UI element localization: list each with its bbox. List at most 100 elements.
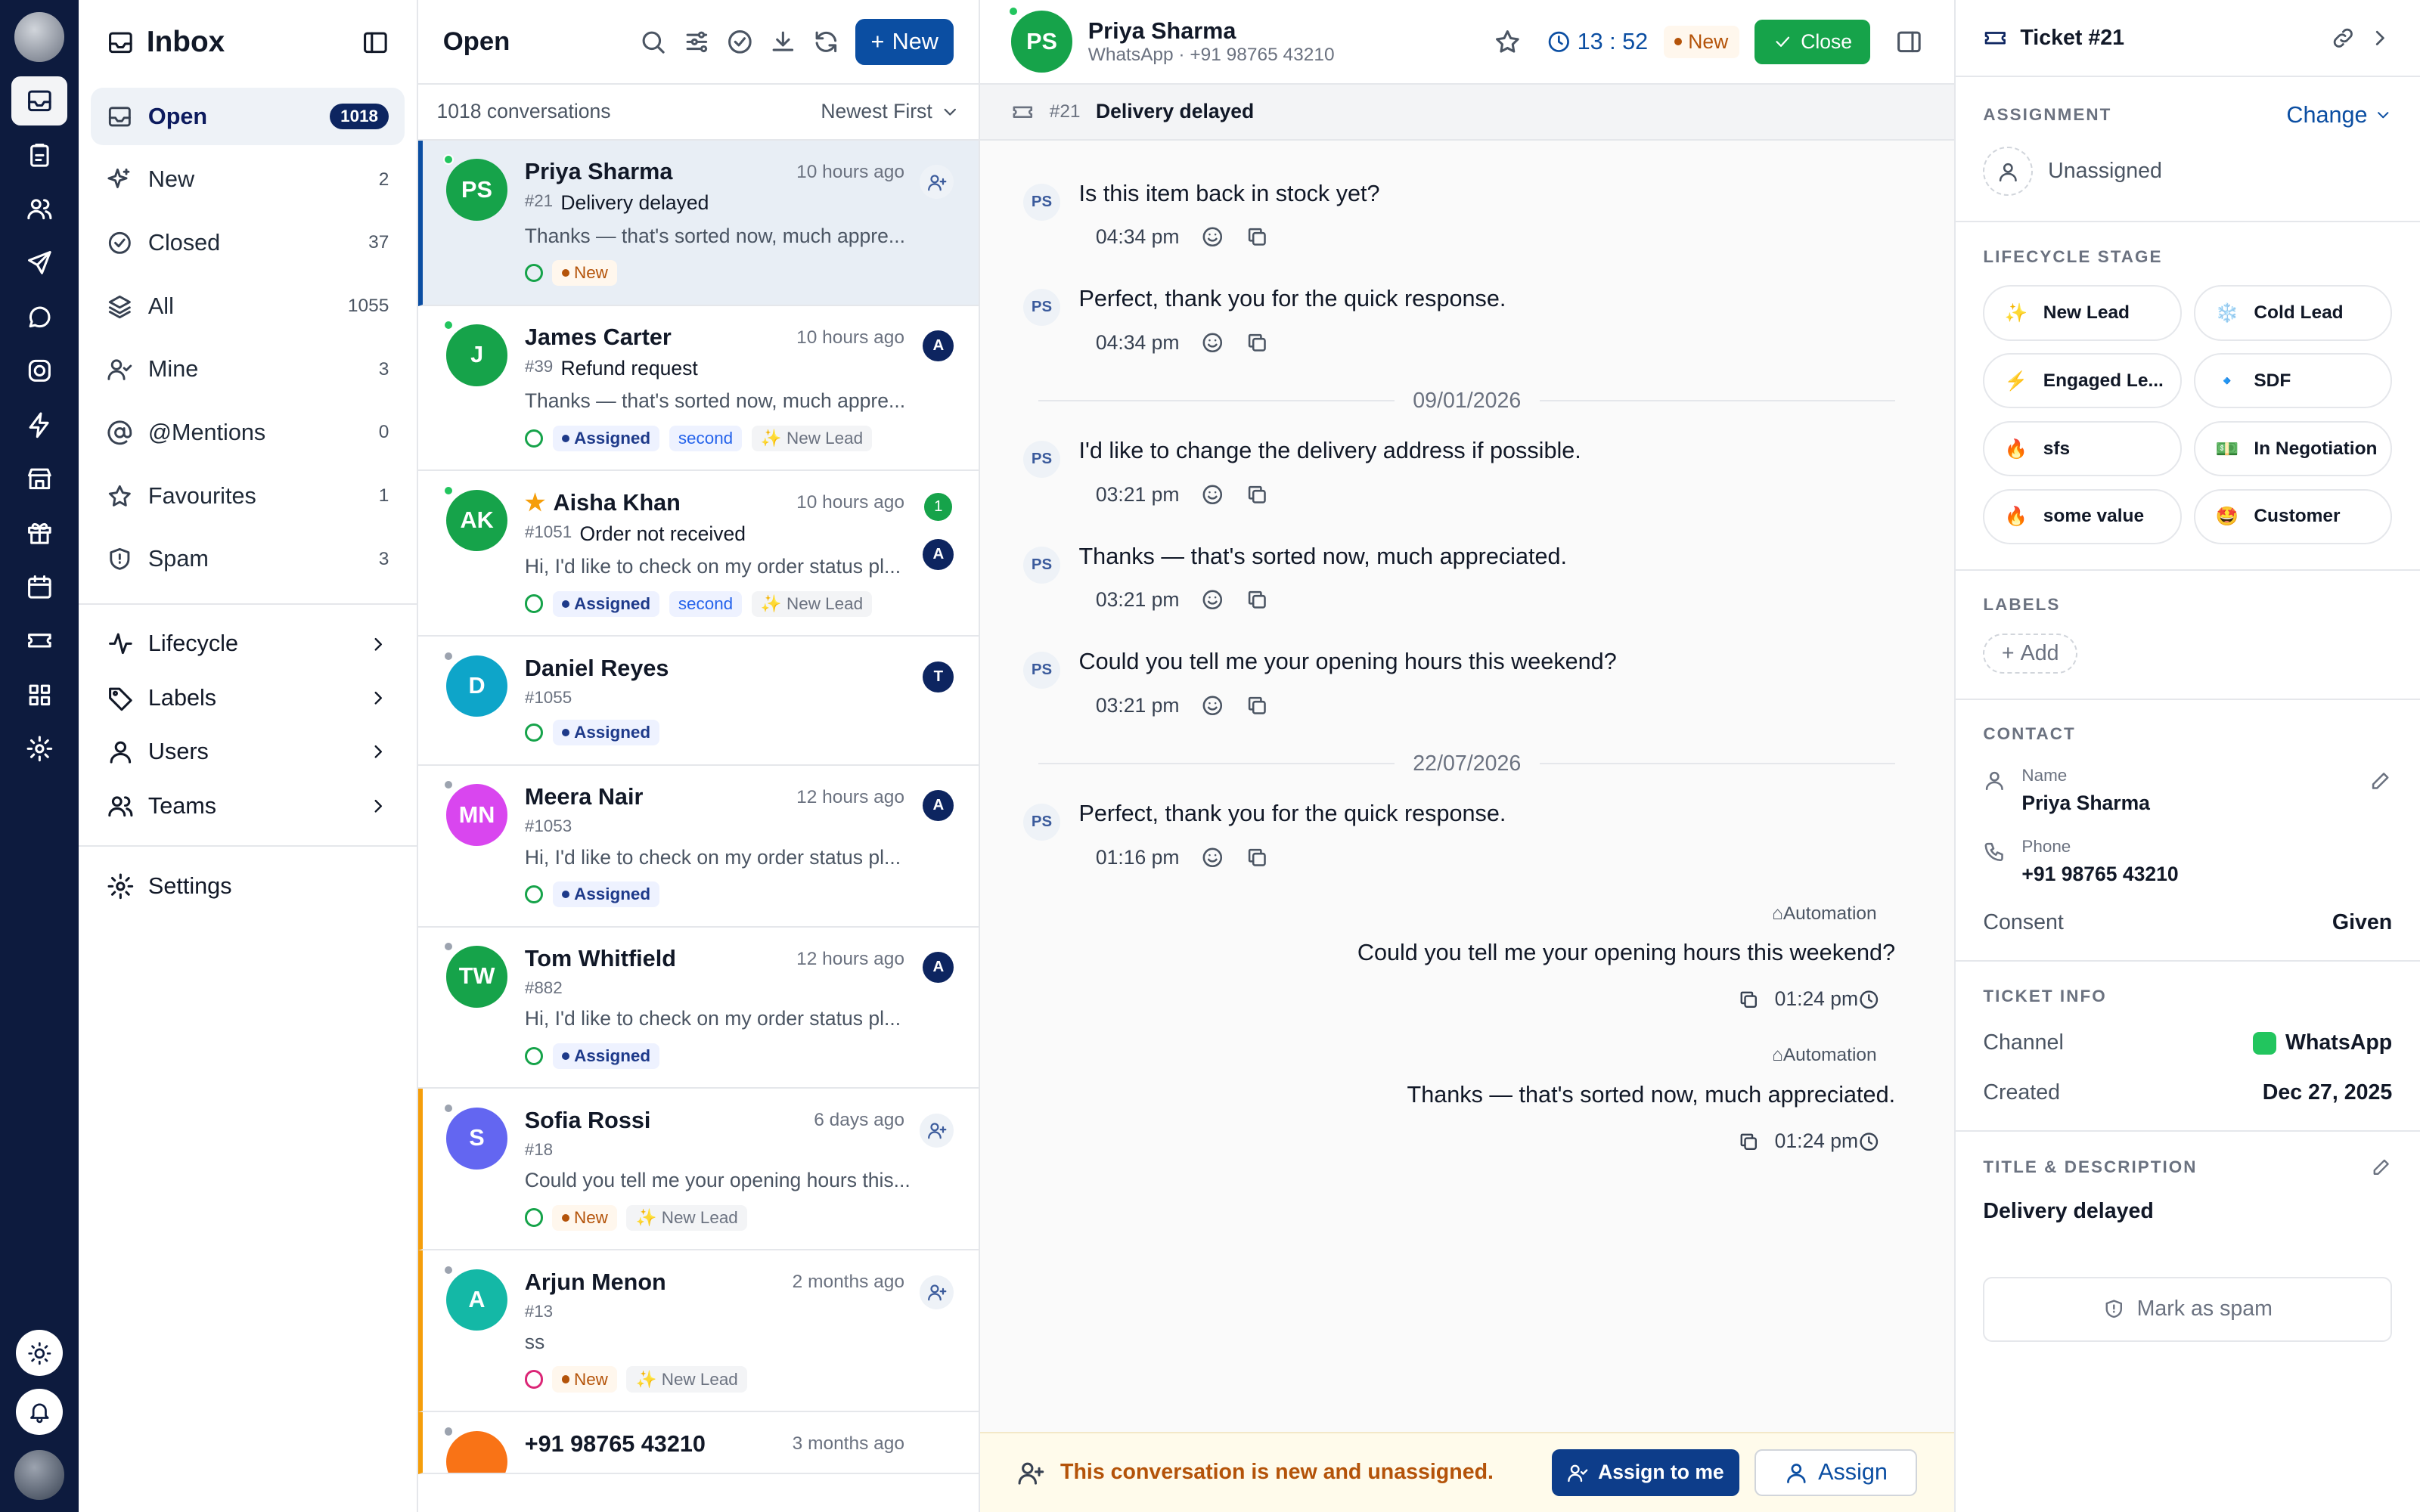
pencil-icon[interactable] [2371, 1156, 2393, 1178]
calendar-icon[interactable] [11, 562, 67, 611]
conversation-time: 6 days ago [814, 1110, 904, 1131]
refresh-icon[interactable] [812, 28, 840, 56]
nav-group-teams[interactable]: Teams [79, 779, 417, 832]
emoji-icon[interactable] [1201, 331, 1224, 355]
status-badge: New [552, 1366, 618, 1393]
copy-icon[interactable] [1246, 846, 1269, 869]
lightning-icon[interactable] [11, 400, 67, 449]
emoji-icon[interactable] [1201, 588, 1224, 612]
nav-settings[interactable]: Settings [79, 859, 417, 912]
avatar: MN [442, 779, 508, 846]
copy-icon[interactable] [1738, 989, 1760, 1011]
contact-name: Sofia Rossi [524, 1107, 651, 1133]
gear-icon[interactable] [11, 724, 67, 773]
conversation-item[interactable]: AK ★ Aisha Khan 10 hours ago #1051 Order no… [418, 471, 979, 637]
conversation-item[interactable]: D Daniel Reyes #1055 Assigned T [418, 637, 979, 766]
chevron-right-icon[interactable] [2368, 26, 2393, 51]
nav-item-closed[interactable]: Closed 37 [91, 215, 404, 272]
emoji-icon[interactable] [1201, 483, 1224, 507]
conversation-item[interactable]: J James Carter 10 hours ago #39 Refund req… [418, 306, 979, 472]
panel-toggle-icon[interactable] [361, 29, 389, 57]
add-label-button[interactable]: + Add [1983, 633, 2077, 674]
bell-icon[interactable] [16, 1388, 63, 1435]
assign-button[interactable]: Assign [1754, 1449, 1917, 1496]
nav-group-labels[interactable]: Labels [79, 671, 417, 725]
sun-icon[interactable] [16, 1330, 63, 1377]
copy-icon[interactable] [1738, 1131, 1760, 1153]
conversation-item[interactable]: TW Tom Whitfield 12 hours ago #882 Hi, I'… [418, 928, 979, 1089]
gear-icon [107, 873, 134, 900]
lifecycle-badge: ✨ New Lead [626, 1366, 748, 1393]
panel-toggle-icon[interactable] [1895, 28, 1923, 56]
nav-item-mentions[interactable]: @Mentions 0 [91, 404, 404, 462]
workspace-avatar[interactable] [14, 12, 64, 62]
gift-icon[interactable] [11, 508, 67, 557]
lifecycle-chip[interactable]: 💵 In Negotiation [2193, 420, 2393, 477]
nav-item-favourites[interactable]: Favourites 1 [91, 467, 404, 525]
apps-icon[interactable] [11, 670, 67, 719]
copy-icon[interactable] [1246, 225, 1269, 249]
user-icon [1787, 1463, 1806, 1483]
nav-item-all[interactable]: All 1055 [91, 277, 404, 335]
pencil-icon[interactable] [2369, 769, 2393, 792]
mark-as-spam-button[interactable]: Mark as spam [1983, 1276, 2393, 1342]
search-icon[interactable] [639, 28, 667, 56]
emoji-icon[interactable] [1201, 694, 1224, 717]
conversation-item[interactable]: S Sofia Rossi 6 days ago #18 Could you te… [418, 1089, 979, 1251]
conversation-item[interactable]: A Arjun Menon 2 months ago #13 ss New ✨ Ne… [418, 1250, 979, 1413]
new-conversation-button[interactable]: + New [855, 18, 954, 65]
nav-group-users[interactable]: Users [79, 725, 417, 779]
whatsapp-icon [524, 1046, 544, 1066]
star-icon[interactable] [1494, 28, 1522, 56]
nav-item-new[interactable]: New 2 [91, 151, 404, 209]
lifecycle-chip[interactable]: 🔥 some value [1983, 488, 2182, 545]
assign-user-icon[interactable] [920, 165, 954, 200]
lifecycle-chip[interactable]: 🔹 SDF [2193, 353, 2393, 409]
close-button[interactable]: Close [1754, 19, 1871, 64]
conversation-item[interactable]: MN Meera Nair 12 hours ago #1053 Hi, I'd … [418, 766, 979, 928]
conversation-body: Arjun Menon 2 months ago #13 ss New ✨ New … [524, 1269, 957, 1393]
nav-item-spam[interactable]: Spam 3 [91, 531, 404, 588]
user-avatar[interactable] [14, 1450, 64, 1500]
lifecycle-chip[interactable]: ❄️ Cold Lead [2193, 285, 2393, 341]
check-circle-icon[interactable] [726, 28, 754, 56]
inbox-icon[interactable] [11, 76, 67, 126]
emoji-icon[interactable] [1201, 225, 1224, 249]
lifecycle-chip[interactable]: 🤩 Customer [2193, 488, 2393, 545]
lifecycle-chip[interactable]: ⚡ Engaged Le... [1983, 353, 2182, 409]
assign-user-icon[interactable] [920, 1275, 954, 1309]
conversation-item[interactable]: +91 98765 43210 3 months ago [418, 1412, 979, 1474]
sender-avatar: PS [1023, 804, 1060, 841]
assign-user-icon[interactable] [920, 1114, 954, 1148]
lifecycle-chip[interactable]: 🔥 sfs [1983, 420, 2182, 477]
copy-icon[interactable] [1246, 588, 1269, 612]
nav-item-open[interactable]: Open 1018 [91, 88, 405, 145]
clipboard-icon[interactable] [11, 130, 67, 179]
copy-icon[interactable] [1246, 331, 1269, 355]
filter-icon[interactable] [683, 28, 711, 56]
contacts-icon[interactable] [11, 184, 67, 234]
instagram-icon[interactable] [11, 346, 67, 395]
download-icon[interactable] [769, 28, 797, 56]
link-icon[interactable] [2331, 26, 2356, 51]
emoji-icon[interactable] [1201, 846, 1224, 869]
nav-label: Spam [147, 546, 209, 572]
send-icon[interactable] [11, 238, 67, 287]
ticket-icon[interactable] [11, 616, 67, 665]
store-icon[interactable] [11, 454, 67, 503]
assign-to-me-button[interactable]: Assign to me [1551, 1449, 1740, 1496]
copy-icon[interactable] [1246, 483, 1269, 507]
nav-count: 37 [368, 232, 389, 253]
conversation-time: 10 hours ago [796, 161, 904, 182]
copy-icon[interactable] [1246, 694, 1269, 717]
contact-section: CONTACT Name Priya Sharma Phone +91 98765 … [1955, 700, 2420, 962]
group-label: Teams [147, 792, 217, 819]
lifecycle-chip[interactable]: ✨ New Lead [1983, 285, 2182, 341]
change-assignment-button[interactable]: Change [2286, 102, 2392, 129]
nav-group-lifecycle[interactable]: Lifecycle [79, 617, 417, 671]
sort-dropdown[interactable]: Newest First [821, 100, 960, 123]
nav-item-mine[interactable]: Mine 3 [91, 341, 404, 398]
avatar: PS [442, 154, 508, 221]
whatsapp-icon[interactable] [11, 293, 67, 342]
conversation-item[interactable]: PS Priya Sharma 10 hours ago #21 Delivery … [418, 140, 979, 306]
